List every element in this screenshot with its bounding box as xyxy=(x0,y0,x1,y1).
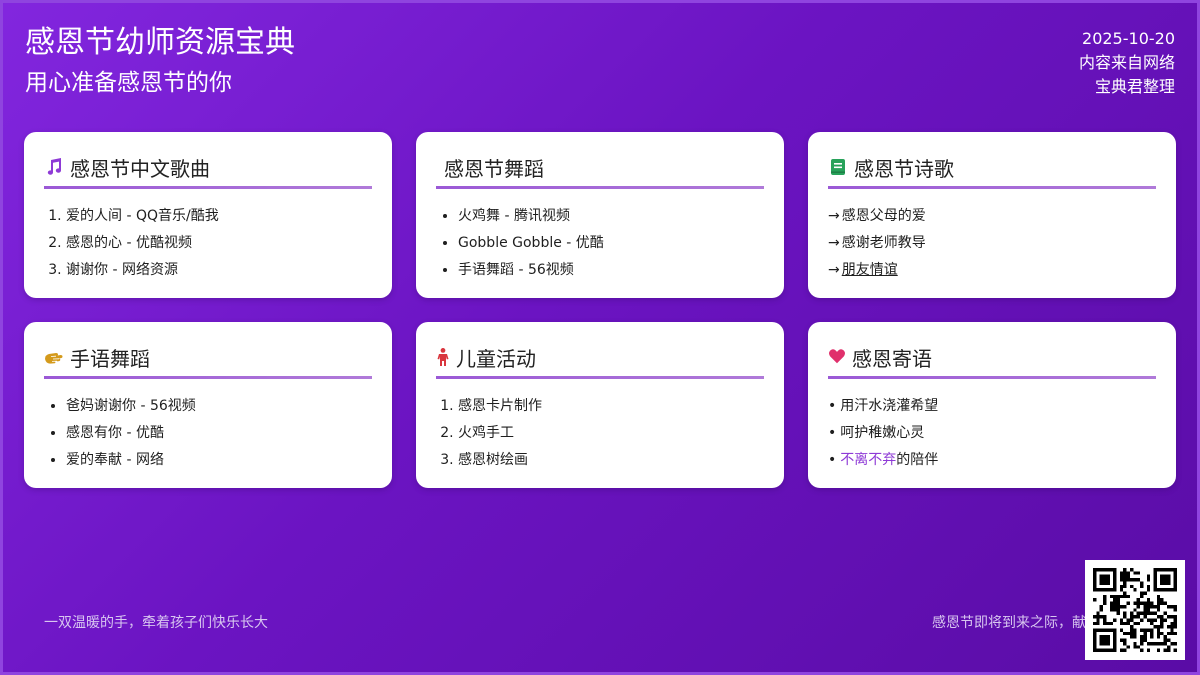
card-sign-language: 手语舞蹈 爸妈谢谢你 - 56视频 感恩有你 - 优酷 爱的奉献 - 网络 xyxy=(24,322,392,488)
card-header: 感恩节中文歌曲 xyxy=(44,152,372,182)
list-item: 爱的人间 - QQ音乐/酷我 xyxy=(66,203,372,230)
music-note-icon xyxy=(44,157,64,177)
page-title: 感恩节幼师资源宝典 xyxy=(25,25,295,60)
list-item: 谢谢你 - 网络资源 xyxy=(66,257,372,284)
qr-code[interactable] xyxy=(1085,560,1185,660)
poem-list: → 感恩父母的爱 → 感谢老师教导 → 朋友情谊 xyxy=(828,203,1156,284)
book-icon xyxy=(828,157,848,177)
card-header: 儿童活动 xyxy=(436,342,764,372)
header-meta: 2025-10-20 内容来自网络 宝典君整理 xyxy=(1079,27,1175,99)
card-header: 感恩寄语 xyxy=(828,342,1156,372)
qr-code-icon xyxy=(1093,568,1177,652)
list-item: 感恩卡片制作 xyxy=(458,393,764,420)
list-item: 感恩的心 - 优酷视频 xyxy=(66,230,372,257)
footer-dedication: 感恩节即将到来之际，献给 xyxy=(932,615,1087,631)
list-item: • 用汗水浇灌希望 xyxy=(828,393,1156,420)
card-divider xyxy=(436,376,764,379)
list-item-label: 用汗水浇灌希望 xyxy=(840,398,939,414)
card-activities: 儿童活动 感恩卡片制作 火鸡手工 感恩树绘画 xyxy=(416,322,784,488)
list-item: 手语舞蹈 - 56视频 xyxy=(458,257,764,284)
list-item-label: 的陪伴 xyxy=(896,452,939,468)
card-songs: 感恩节中文歌曲 爱的人间 - QQ音乐/酷我 感恩的心 - 优酷视频 谢谢你 -… xyxy=(24,132,392,298)
bullet-icon: • xyxy=(828,398,837,414)
list-item-label: 呵护稚嫩心灵 xyxy=(840,425,925,441)
list-item: • 不离不弃的陪伴 xyxy=(828,447,1156,474)
hand-icon xyxy=(44,347,64,367)
arrow-right-icon: → xyxy=(828,208,840,224)
page: 感恩节幼师资源宝典 用心准备感恩节的你 2025-10-20 内容来自网络 宝典… xyxy=(0,0,1200,675)
editor-text: 宝典君整理 xyxy=(1094,77,1175,96)
list-item: Gobble Gobble - 优酷 xyxy=(458,230,764,257)
source-text: 内容来自网络 xyxy=(1078,53,1175,72)
list-item: → 感恩父母的爱 xyxy=(828,203,1156,230)
sign-dance-list: 爸妈谢谢你 - 56视频 感恩有你 - 优酷 爱的奉献 - 网络 xyxy=(44,393,372,474)
card-divider xyxy=(44,186,372,189)
card-divider xyxy=(828,376,1156,379)
arrow-right-icon: → xyxy=(828,262,840,278)
list-item: 火鸡舞 - 腾讯视频 xyxy=(458,203,764,230)
child-icon xyxy=(436,347,450,367)
card-header: 感恩节舞蹈 xyxy=(436,152,764,182)
list-item: → 朋友情谊 xyxy=(828,257,1156,284)
card-title: 儿童活动 xyxy=(456,346,536,371)
card-title: 手语舞蹈 xyxy=(70,346,150,371)
card-header: 感恩节诗歌 xyxy=(828,152,1156,182)
bullet-icon: • xyxy=(828,452,837,468)
footer-slogan: 一双温暖的手，牵着孩子们快乐长大 xyxy=(44,615,268,631)
card-title: 感恩节舞蹈 xyxy=(444,156,544,181)
list-item: 火鸡手工 xyxy=(458,420,764,447)
card-title: 感恩节中文歌曲 xyxy=(70,156,210,181)
list-item-label: 感谢老师教导 xyxy=(841,235,926,251)
card-title: 感恩节诗歌 xyxy=(854,156,954,181)
list-item-label: 感恩父母的爱 xyxy=(841,208,926,224)
list-item: 感恩有你 - 优酷 xyxy=(66,420,372,447)
page-subtitle: 用心准备感恩节的你 xyxy=(25,70,232,96)
card-header: 手语舞蹈 xyxy=(44,342,372,372)
arrow-right-icon: → xyxy=(828,235,840,251)
highlight-text: 不离不弃 xyxy=(840,452,897,468)
blank-icon xyxy=(436,157,444,177)
heart-icon xyxy=(828,347,846,367)
list-item: → 感谢老师教导 xyxy=(828,230,1156,257)
bullet-icon: • xyxy=(828,425,837,441)
card-dances: 感恩节舞蹈 火鸡舞 - 腾讯视频 Gobble Gobble - 优酷 手语舞蹈… xyxy=(416,132,784,298)
card-divider xyxy=(44,376,372,379)
list-item: 爱的奉献 - 网络 xyxy=(66,447,372,474)
card-divider xyxy=(828,186,1156,189)
card-messages: 感恩寄语 • 用汗水浇灌希望 • 呵护稚嫩心灵 • 不离不弃的陪伴 xyxy=(808,322,1176,488)
list-item: • 呵护稚嫩心灵 xyxy=(828,420,1156,447)
friendship-link[interactable]: 朋友情谊 xyxy=(842,262,898,278)
dance-list: 火鸡舞 - 腾讯视频 Gobble Gobble - 优酷 手语舞蹈 - 56视… xyxy=(436,203,764,284)
activity-list: 感恩卡片制作 火鸡手工 感恩树绘画 xyxy=(436,393,764,474)
message-list: • 用汗水浇灌希望 • 呵护稚嫩心灵 • 不离不弃的陪伴 xyxy=(828,393,1156,474)
date-text: 2025-10-20 xyxy=(1082,29,1175,48)
card-poems: 感恩节诗歌 → 感恩父母的爱 → 感谢老师教导 → 朋友情谊 xyxy=(808,132,1176,298)
card-divider xyxy=(436,186,764,189)
list-item: 感恩树绘画 xyxy=(458,447,764,474)
list-item: 爸妈谢谢你 - 56视频 xyxy=(66,393,372,420)
song-list: 爱的人间 - QQ音乐/酷我 感恩的心 - 优酷视频 谢谢你 - 网络资源 xyxy=(44,203,372,284)
card-title: 感恩寄语 xyxy=(852,346,932,371)
